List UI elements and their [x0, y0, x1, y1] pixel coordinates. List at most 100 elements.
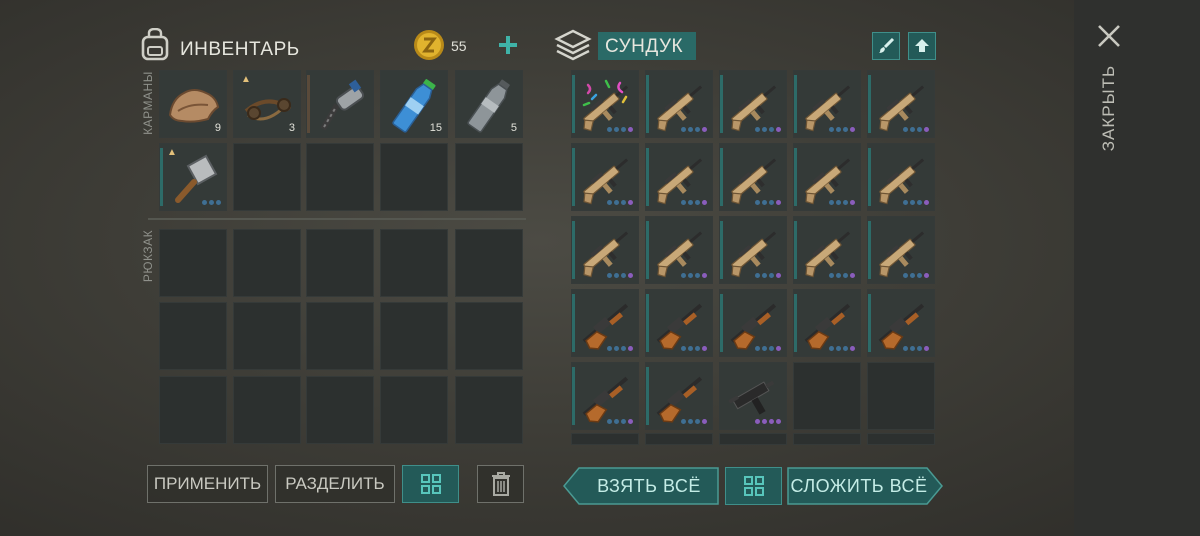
upload-button[interactable]	[908, 32, 936, 60]
drill-icon	[320, 79, 365, 131]
pocket-slot[interactable]	[306, 70, 374, 138]
delete-button[interactable]	[477, 465, 524, 503]
rarity-bar	[572, 294, 575, 352]
chest-slot[interactable]	[719, 289, 787, 357]
rarity-bar	[307, 75, 310, 133]
chest-slot[interactable]	[867, 433, 935, 445]
pocket-slot[interactable]: ▲ 3	[233, 70, 301, 138]
chest-slot[interactable]	[719, 70, 787, 138]
split-button[interactable]: РАЗДЕЛИТЬ	[275, 465, 395, 503]
chest-slot[interactable]	[645, 70, 713, 138]
assault-rifle-icon	[731, 158, 777, 205]
chest-slot[interactable]	[645, 362, 713, 430]
chest-slot[interactable]	[571, 433, 639, 445]
rarity-dots	[681, 346, 707, 351]
apply-button[interactable]: ПРИМЕНИТЬ	[147, 465, 268, 503]
pocket-slot[interactable]: ▲	[159, 143, 227, 211]
take-all-button[interactable]: ВЗЯТЬ ВСЁ	[563, 467, 719, 505]
backpack-slot[interactable]	[306, 302, 374, 370]
chest-slot[interactable]	[793, 433, 861, 445]
pocket-slot[interactable]: 9	[159, 70, 227, 138]
pocket-slot[interactable]: 15	[380, 70, 448, 138]
chest-slot[interactable]	[645, 143, 713, 211]
chest-slot[interactable]	[793, 143, 861, 211]
backpack-slot[interactable]	[233, 229, 301, 297]
chest-slot[interactable]	[793, 289, 861, 357]
rarity-bar	[868, 75, 871, 133]
rarity-dots	[755, 419, 781, 424]
sks-rifle-icon	[804, 303, 851, 350]
backpack-slot[interactable]	[380, 229, 448, 297]
chest-slot[interactable]	[867, 289, 935, 357]
sks-rifle-icon	[730, 303, 777, 350]
chest-slot[interactable]	[793, 70, 861, 138]
pocket-slot[interactable]	[455, 143, 523, 211]
chest-slot[interactable]	[867, 70, 935, 138]
chest-slot[interactable]	[719, 433, 787, 445]
chest-slot[interactable]	[719, 362, 787, 430]
rarity-dots	[681, 273, 707, 278]
assault-rifle-icon	[583, 158, 629, 205]
chest-slot[interactable]	[719, 216, 787, 284]
backpack-slot[interactable]	[159, 229, 227, 297]
backpack-label: РЮКЗАК	[141, 229, 155, 283]
chest-slot[interactable]	[867, 362, 935, 430]
backpack-slot[interactable]	[380, 376, 448, 444]
backpack-slot[interactable]	[455, 376, 523, 444]
chest-slot[interactable]	[571, 216, 639, 284]
backpack-slot[interactable]	[455, 302, 523, 370]
inventory-title: ИНВЕНТАРЬ	[180, 39, 300, 60]
chest-slot[interactable]	[571, 70, 639, 138]
rarity-dots	[681, 127, 707, 132]
chest-slot[interactable]	[645, 433, 713, 445]
rarity-bar	[794, 221, 797, 279]
sks-rifle-icon	[878, 303, 925, 350]
brush-icon	[879, 37, 895, 53]
take-all-label: ВЗЯТЬ ВСЁ	[597, 475, 701, 496]
sort-inventory-button[interactable]	[402, 465, 459, 503]
backpack-slot[interactable]	[380, 302, 448, 370]
rarity-dots	[607, 273, 633, 278]
coin-icon	[414, 30, 444, 60]
pocket-slot[interactable]	[306, 143, 374, 211]
backpack-slot[interactable]	[306, 376, 374, 444]
chest-slot[interactable]	[645, 289, 713, 357]
rarity-bar	[646, 221, 649, 279]
backpack-slot[interactable]	[306, 229, 374, 297]
chest-slot[interactable]	[793, 362, 861, 430]
assault-rifle-icon	[805, 85, 851, 132]
rarity-dots	[903, 200, 929, 205]
close-icon[interactable]	[1095, 22, 1123, 50]
rarity-bar	[572, 221, 575, 279]
chest-slot[interactable]	[571, 362, 639, 430]
paint-button[interactable]	[872, 32, 900, 60]
chest-slot[interactable]	[867, 216, 935, 284]
sort-chest-button[interactable]	[725, 467, 782, 505]
rarity-bar	[160, 148, 163, 206]
pocket-slot[interactable]	[233, 143, 301, 211]
sks-rifle-icon	[582, 303, 629, 350]
close-label[interactable]: ЗАКРЫТЬ	[1099, 65, 1119, 151]
rarity-dots	[607, 127, 633, 132]
backpack-slot[interactable]	[455, 229, 523, 297]
backpack-slot[interactable]	[233, 302, 301, 370]
chest-slot[interactable]	[867, 143, 935, 211]
add-currency-icon[interactable]	[497, 34, 519, 56]
rarity-dots	[755, 127, 781, 132]
backpack-slot[interactable]	[233, 376, 301, 444]
chest-slot[interactable]	[719, 143, 787, 211]
backpack-slot[interactable]	[159, 302, 227, 370]
pockets-label: КАРМАНЫ	[141, 71, 155, 135]
inventory-header: ИНВЕНТАРЬ	[140, 28, 530, 68]
pocket-slot[interactable]	[380, 143, 448, 211]
chest-slot[interactable]	[793, 216, 861, 284]
put-all-button[interactable]: СЛОЖИТЬ ВСЁ	[787, 467, 943, 505]
chest-slot[interactable]	[571, 289, 639, 357]
chest-slot[interactable]	[645, 216, 713, 284]
backpack-slot[interactable]	[159, 376, 227, 444]
pocket-slot[interactable]: 5	[455, 70, 523, 138]
assault-rifle-icon	[879, 231, 925, 278]
rarity-dots	[829, 200, 855, 205]
sort-grid-icon	[743, 476, 764, 496]
chest-slot[interactable]	[571, 143, 639, 211]
